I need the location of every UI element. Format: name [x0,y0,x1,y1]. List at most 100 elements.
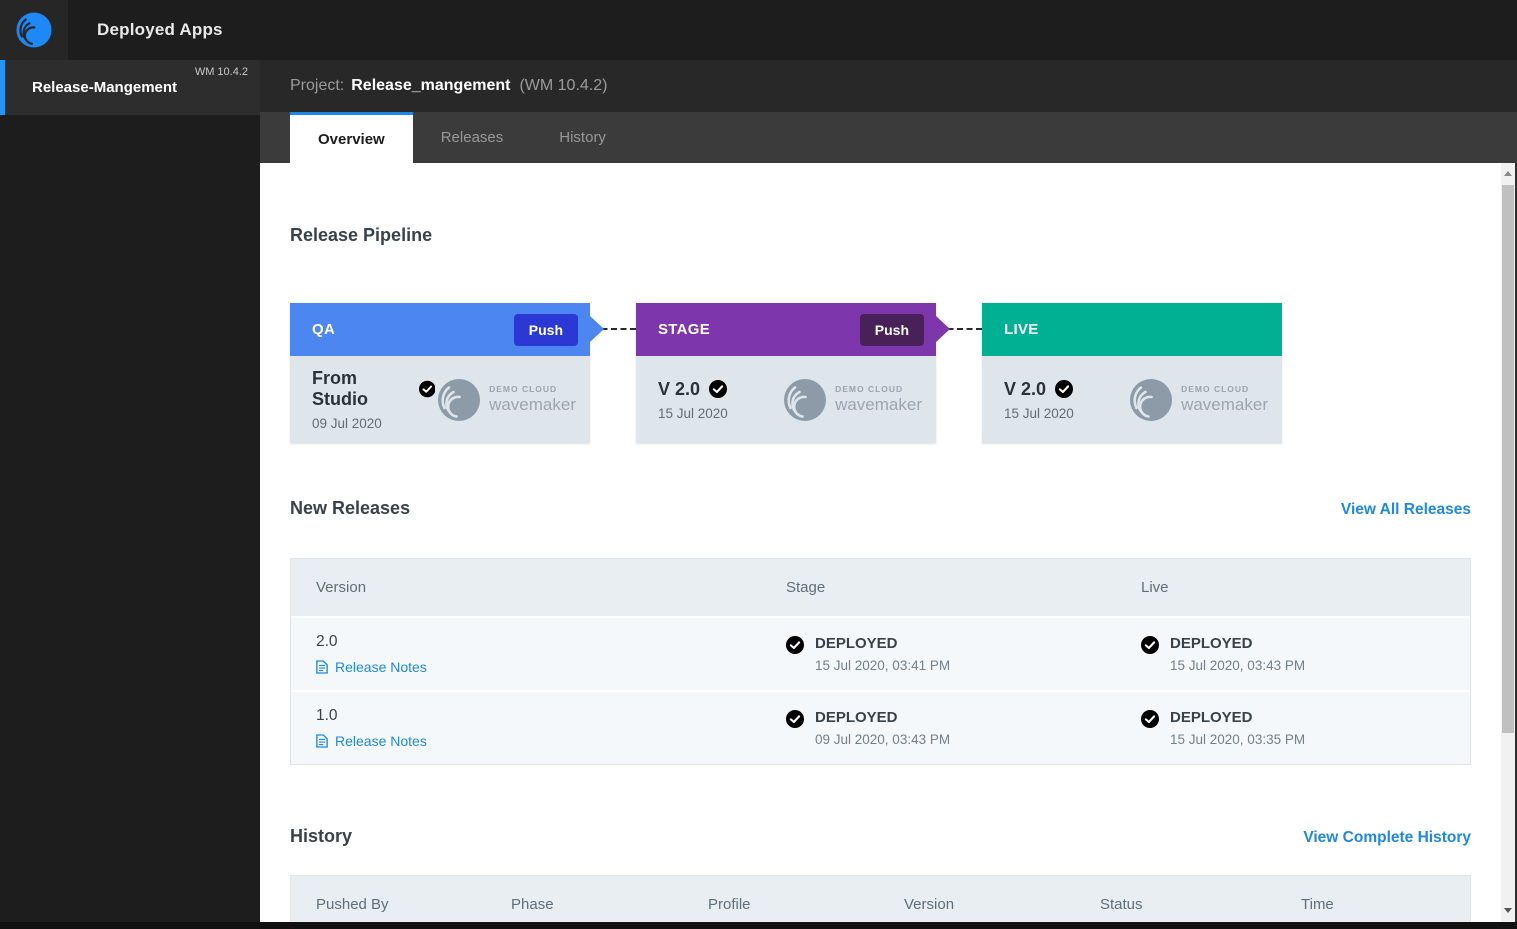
stage-status-cell: DEPLOYED 09 Jul 2020, 03:43 PM [786,709,1141,747]
column-time: Time [1301,896,1334,913]
pipeline-card-qa: QA Push From Studio 09 Jul 2020 DEMO CLO… [290,303,636,443]
status-timestamp: 09 Jul 2020, 03:43 PM [815,732,951,747]
cloud-logo-line1: DEMO CLOUD [489,384,558,394]
pipeline-card-live: LIVE V 2.0 15 Jul 2020 DEMO CLOUD wavema… [982,303,1282,443]
live-card-header: LIVE [982,303,1282,356]
project-header: Project: Release_mangement (WM 10.4.2) [260,60,1517,112]
view-all-releases-link[interactable]: View All Releases [1341,501,1471,519]
column-live: Live [1141,579,1169,596]
page-title: Deployed Apps [97,20,223,39]
sidebar: Release-Mangement WM 10.4.2 [0,60,260,929]
live-card-body: V 2.0 15 Jul 2020 DEMO CLOUD wavemaker [982,356,1282,443]
success-check-icon [1141,636,1159,654]
status-badge: DEPLOYED [1170,709,1253,726]
stage-arrow-icon [936,316,950,342]
column-phase: Phase [511,896,554,913]
sidebar-item-release-management[interactable]: Release-Mangement WM 10.4.2 [0,60,260,115]
vertical-scrollbar[interactable] [1501,163,1515,922]
scrollbar-thumb[interactable] [1502,185,1514,733]
tab-releases[interactable]: Releases [413,112,532,163]
table-row: 1.0 Release Notes DEPLOYED 09 Jul 2020, … [291,690,1470,764]
status-timestamp: 15 Jul 2020, 03:35 PM [1170,732,1306,747]
tab-bar: Overview Releases History [260,112,1517,163]
new-releases-heading: New Releases [290,498,411,518]
version-number: 2.0 [316,633,338,650]
stage-version: V 2.0 [658,378,701,399]
status-badge: DEPLOYED [815,635,898,652]
project-version: (WM 10.4.2) [519,77,608,94]
status-timestamp: 15 Jul 2020, 03:43 PM [1170,658,1306,673]
stage-card-body: V 2.0 15 Jul 2020 DEMO CLOUD wavemaker [636,356,936,443]
wavemaker-wave-icon [16,12,52,48]
version-cell: 2.0 Release Notes [316,633,786,675]
live-date: 15 Jul 2020 [1004,405,1074,421]
release-notes-label: Release Notes [335,733,427,749]
history-table-header: Pushed By Phase Profile Version Status T… [291,876,1470,922]
past-check-icon [786,710,804,728]
stage-card-header: STAGE Push [636,303,936,356]
column-pushed-by: Pushed By [316,896,389,913]
document-icon [316,734,328,748]
past-check-icon [1141,710,1159,728]
qa-push-button[interactable]: Push [513,313,578,346]
history-table: Pushed By Phase Profile Version Status T… [290,875,1471,922]
tab-history[interactable]: History [531,112,634,163]
qa-stage-name: QA [312,321,336,338]
stage-stage-name: STAGE [658,321,711,338]
project-name: Release_mangement [351,77,511,94]
live-version: V 2.0 [1004,378,1047,399]
cloud-logo-line2: wavemaker [835,395,922,414]
column-stage: Stage [786,579,826,596]
live-status-cell: DEPLOYED 15 Jul 2020, 03:43 PM [1141,635,1470,673]
release-pipeline-heading: Release Pipeline [290,225,433,245]
success-check-icon [1055,380,1074,398]
qa-arrow-icon [590,316,604,342]
stage-status-cell: DEPLOYED 15 Jul 2020, 03:41 PM [786,635,1141,673]
qa-version: From Studio [312,368,368,409]
success-check-icon [709,380,728,398]
release-notes-link[interactable]: Release Notes [316,659,786,675]
history-heading-row: History View Complete History [290,826,1471,847]
demo-cloud-logo: DEMO CLOUD wavemaker [435,376,576,424]
history-heading: History [290,826,353,846]
stage-date: 15 Jul 2020 [658,405,728,421]
version-number: 1.0 [316,707,338,724]
release-pipeline: QA Push From Studio 09 Jul 2020 DEMO CLO… [290,303,1471,443]
live-deploy-info: V 2.0 15 Jul 2020 [1004,379,1074,421]
version-cell: 1.0 Release Notes [316,707,786,749]
qa-deploy-info: From Studio 09 Jul 2020 [312,368,436,431]
view-complete-history-link[interactable]: View Complete History [1303,829,1471,847]
sidebar-app-name: Release-Mangement [32,79,178,96]
scroll-up-icon[interactable] [1504,171,1512,176]
wavemaker-wave-icon [438,378,481,421]
stage-deploy-info: V 2.0 15 Jul 2020 [658,379,728,421]
qa-card-header: QA Push [290,303,590,356]
wavemaker-logo[interactable] [0,0,68,60]
pipeline-card-stage: STAGE Push V 2.0 15 Jul 2020 DEMO CLOUD … [636,303,982,443]
sidebar-app-version: WM 10.4.2 [194,66,248,78]
new-releases-table: Version Stage Live 2.0 Release Notes DEP… [290,558,1471,765]
stage-push-button[interactable]: Push [859,313,924,346]
document-icon [316,660,328,674]
top-bar: Deployed Apps [0,0,1517,60]
project-label: Project: [290,77,345,94]
demo-cloud-logo: DEMO CLOUD wavemaker [781,376,922,424]
success-check-icon [786,636,804,654]
live-status-cell: DEPLOYED 15 Jul 2020, 03:35 PM [1141,709,1470,747]
scroll-down-icon[interactable] [1504,908,1512,913]
cloud-logo-line1: DEMO CLOUD [835,384,904,394]
cloud-logo-line2: wavemaker [489,395,576,414]
column-profile: Profile [708,896,751,913]
status-timestamp: 15 Jul 2020, 03:41 PM [815,658,951,673]
release-notes-link[interactable]: Release Notes [316,733,786,749]
status-badge: DEPLOYED [1170,635,1253,652]
tab-overview[interactable]: Overview [290,112,413,163]
cloud-logo-line1: DEMO CLOUD [1181,384,1250,394]
demo-cloud-logo: DEMO CLOUD wavemaker [1127,376,1268,424]
column-status: Status [1100,896,1143,913]
new-releases-table-header: Version Stage Live [291,559,1470,616]
status-badge: DEPLOYED [815,709,898,726]
column-version: Version [904,896,955,913]
wavemaker-wave-icon [784,378,827,421]
window-bottom-edge [0,922,1517,929]
